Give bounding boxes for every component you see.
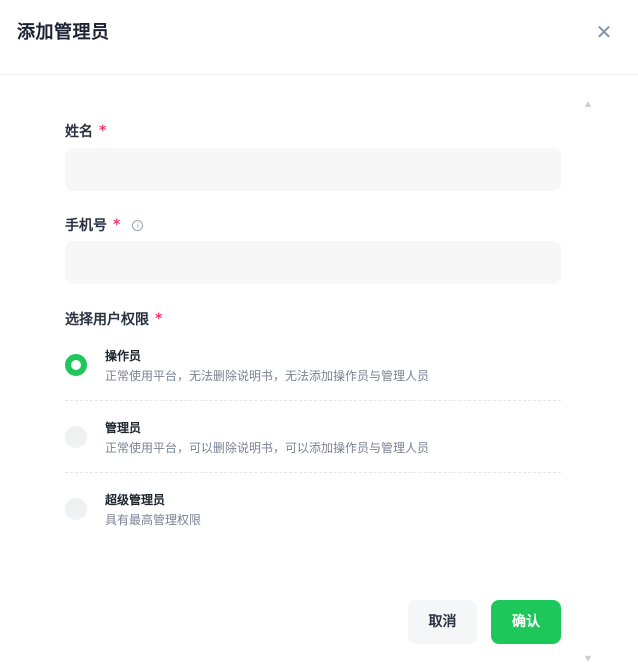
permission-label: 选择用户权限 *: [65, 309, 162, 329]
scroll-up-icon[interactable]: ▲: [584, 100, 592, 108]
required-mark: *: [99, 123, 107, 139]
scroll-down-icon[interactable]: ▼: [584, 655, 592, 663]
required-mark: *: [155, 311, 163, 327]
option-desc: 正常使用平台，无法删除说明书，无法添加操作员与管理人员: [105, 369, 430, 383]
phone-label-text: 手机号: [65, 218, 107, 234]
permission-option-super-admin[interactable]: 超级管理员 具有最高管理权限: [65, 473, 561, 545]
info-icon[interactable]: i: [132, 219, 144, 231]
name-label: 姓名 *: [65, 121, 106, 141]
option-desc: 具有最高管理权限: [105, 513, 202, 527]
name-label-text: 姓名: [65, 124, 93, 140]
permission-option-admin[interactable]: 管理员 正常使用平台，可以删除说明书，可以添加操作员与管理人员: [65, 401, 561, 473]
required-mark: *: [113, 217, 121, 233]
add-admin-dialog: 添加管理员 ✕ ▲ 姓名 * 手机号 * i 选择用户权限 * 操作员 正常使用…: [0, 0, 638, 671]
dialog-header: 添加管理员 ✕: [0, 0, 638, 75]
option-desc: 正常使用平台，可以删除说明书，可以添加操作员与管理人员: [105, 441, 430, 455]
option-title: 操作员: [105, 349, 142, 363]
option-title: 管理员: [105, 421, 142, 435]
radio-unchecked-icon[interactable]: [65, 498, 87, 520]
close-icon[interactable]: ✕: [594, 22, 614, 42]
cancel-button[interactable]: 取消: [408, 600, 477, 644]
option-title: 超级管理员: [105, 493, 166, 507]
confirm-button[interactable]: 确认: [491, 600, 561, 644]
permission-option-operator[interactable]: 操作员 正常使用平台，无法删除说明书，无法添加操作员与管理人员: [65, 329, 561, 401]
radio-unchecked-icon[interactable]: [65, 426, 87, 448]
radio-checked-icon[interactable]: [65, 354, 87, 376]
name-input[interactable]: [65, 148, 561, 191]
phone-input[interactable]: [65, 241, 561, 284]
phone-label: 手机号 * i: [65, 215, 144, 235]
dialog-title: 添加管理员: [17, 22, 110, 43]
permission-label-text: 选择用户权限: [65, 312, 149, 328]
